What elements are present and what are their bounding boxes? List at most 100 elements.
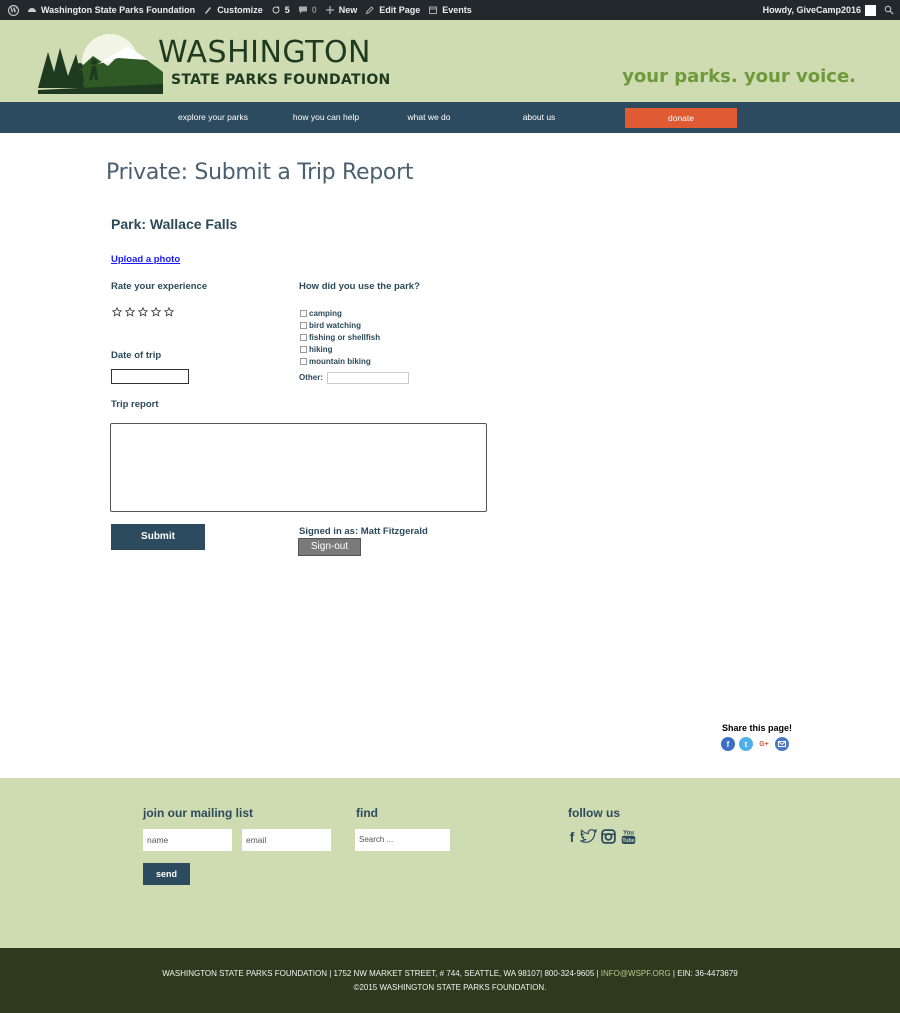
- other-usage-input[interactable]: [327, 372, 409, 384]
- follow-us-heading: follow us: [568, 806, 620, 820]
- paintbrush-icon: [205, 7, 212, 14]
- admin-customize[interactable]: Customize: [203, 5, 263, 15]
- email-icon[interactable]: [775, 737, 789, 751]
- usage-option-label: camping: [309, 308, 342, 318]
- footer-email-link[interactable]: INFO@WSPF.ORG: [601, 969, 671, 978]
- footer-bottom-bar: WASHINGTON STATE PARKS FOUNDATION | 1752…: [0, 948, 900, 1013]
- admin-updates[interactable]: 5: [271, 5, 290, 15]
- admin-events-label: Events: [442, 5, 472, 15]
- checkbox[interactable]: [300, 357, 307, 365]
- admin-site-name-label: Washington State Parks Foundation: [41, 5, 196, 15]
- rate-label: Rate your experience: [111, 281, 208, 292]
- twitter-icon[interactable]: t: [739, 737, 753, 751]
- admin-new-label: New: [338, 5, 358, 15]
- admin-edit-page-label: Edit Page: [379, 5, 421, 15]
- signed-in-text: Signed in as: Matt Fitzgerald: [299, 526, 428, 537]
- footer-address: WASHINGTON STATE PARKS FOUNDATION | 1752…: [162, 969, 601, 978]
- submit-button[interactable]: Submit: [111, 524, 205, 550]
- admin-new[interactable]: New: [325, 5, 358, 15]
- admin-events[interactable]: Events: [428, 5, 472, 15]
- usage-option-label: mountain biking: [309, 356, 371, 366]
- dashboard-icon: [28, 8, 36, 12]
- find-heading: find: [356, 806, 378, 820]
- usage-option-label: hiking: [309, 344, 333, 354]
- star-icon[interactable]: [164, 307, 174, 317]
- admin-bar: W Washington State Parks Foundation Cust…: [0, 0, 900, 20]
- usage-options: camping bird watching fishing or shellfi…: [300, 307, 380, 367]
- date-label: Date of trip: [111, 350, 162, 361]
- admin-customize-label: Customize: [217, 5, 263, 15]
- svg-text:Tube: Tube: [622, 838, 634, 844]
- admin-account[interactable]: Howdy, GiveCamp2016: [762, 4, 876, 16]
- date-of-trip-input[interactable]: [111, 369, 189, 384]
- mailing-email-input[interactable]: email: [242, 829, 331, 851]
- admin-updates-count: 5: [284, 5, 290, 15]
- trip-report-label: Trip report: [111, 399, 159, 410]
- usage-option-camping[interactable]: camping: [300, 307, 380, 319]
- updates-icon: [272, 6, 280, 14]
- nav-about-us[interactable]: about us: [504, 102, 574, 133]
- trip-report-textarea[interactable]: [110, 423, 487, 512]
- howdy-label: Howdy, GiveCamp2016: [762, 5, 861, 15]
- park-name: Park: Wallace Falls: [111, 216, 238, 232]
- nav-how-you-can-help[interactable]: how you can help: [281, 102, 371, 133]
- checkbox[interactable]: [300, 321, 307, 329]
- footer-search-input[interactable]: Search ...: [355, 829, 450, 851]
- star-icon[interactable]: [112, 307, 122, 317]
- facebook-icon[interactable]: f: [721, 737, 735, 751]
- star-icon[interactable]: [138, 307, 148, 317]
- checkbox[interactable]: [300, 345, 307, 353]
- usage-option-hiking[interactable]: hiking: [300, 343, 380, 355]
- usage-option-mountain-biking[interactable]: mountain biking: [300, 355, 380, 367]
- plus-icon: [325, 6, 334, 14]
- site-footer: join our mailing list name email send fi…: [0, 778, 900, 948]
- comment-icon: [298, 6, 307, 14]
- share-label: Share this page!: [722, 723, 793, 733]
- mailing-name-input[interactable]: name: [143, 829, 232, 851]
- avatar: [865, 4, 876, 16]
- checkbox[interactable]: [300, 333, 307, 341]
- usage-option-fishing[interactable]: fishing or shellfish: [300, 331, 380, 343]
- footer-address-line: WASHINGTON STATE PARKS FOUNDATION | 1752…: [0, 969, 900, 978]
- social-links: f You Tube: [567, 828, 637, 845]
- instagram-icon[interactable]: [600, 828, 617, 845]
- usage-option-label: fishing or shellfish: [309, 332, 381, 342]
- donate-button[interactable]: donate: [625, 108, 737, 128]
- sign-out-button[interactable]: Sign-out: [298, 538, 361, 556]
- star-icon[interactable]: [125, 307, 135, 317]
- search-icon[interactable]: [884, 5, 894, 15]
- star-icon[interactable]: [151, 307, 161, 317]
- page-title: Private: Submit a Trip Report: [106, 160, 414, 185]
- usage-label: How did you use the park?: [299, 281, 420, 292]
- usage-option-bird-watching[interactable]: bird watching: [300, 319, 380, 331]
- calendar-icon: [429, 6, 438, 14]
- site-logo[interactable]: WASHINGTON STATE PARKS FOUNDATION: [38, 32, 398, 94]
- other-label: Other:: [299, 373, 323, 382]
- star-rating[interactable]: [112, 307, 174, 317]
- footer-ein: | EIN: 36-4473679: [670, 969, 738, 978]
- facebook-icon[interactable]: f: [567, 828, 577, 845]
- wordpress-logo-icon[interactable]: W: [8, 4, 19, 16]
- nav-what-we-do[interactable]: what we do: [389, 102, 469, 133]
- site-header: WASHINGTON STATE PARKS FOUNDATION your p…: [0, 20, 900, 102]
- google-plus-icon[interactable]: G+: [757, 737, 771, 751]
- twitter-icon[interactable]: [580, 828, 597, 845]
- admin-edit-page[interactable]: Edit Page: [365, 5, 420, 15]
- nav-explore-your-parks[interactable]: explore your parks: [168, 102, 258, 133]
- admin-site-name[interactable]: Washington State Parks Foundation: [27, 5, 195, 15]
- tagline: your parks. your voice.: [622, 66, 856, 87]
- youtube-icon[interactable]: You Tube: [620, 828, 637, 845]
- upload-photo-link[interactable]: Upload a photo: [111, 254, 180, 265]
- admin-comments-count: 0: [311, 5, 317, 15]
- checkbox[interactable]: [300, 309, 307, 317]
- send-button[interactable]: send: [143, 863, 190, 885]
- mountain-hikers-icon: [38, 34, 163, 94]
- logo-line-2: STATE PARKS FOUNDATION: [171, 72, 391, 88]
- admin-comments[interactable]: 0: [298, 5, 317, 15]
- footer-copyright: ©2015 WASHINGTON STATE PARKS FOUNDATION.: [353, 983, 547, 992]
- pencil-icon: [366, 6, 374, 15]
- svg-text:You: You: [623, 830, 634, 836]
- mailing-list-heading: join our mailing list: [143, 806, 254, 820]
- logo-line-1: WASHINGTON: [158, 35, 371, 70]
- usage-option-label: bird watching: [309, 320, 361, 330]
